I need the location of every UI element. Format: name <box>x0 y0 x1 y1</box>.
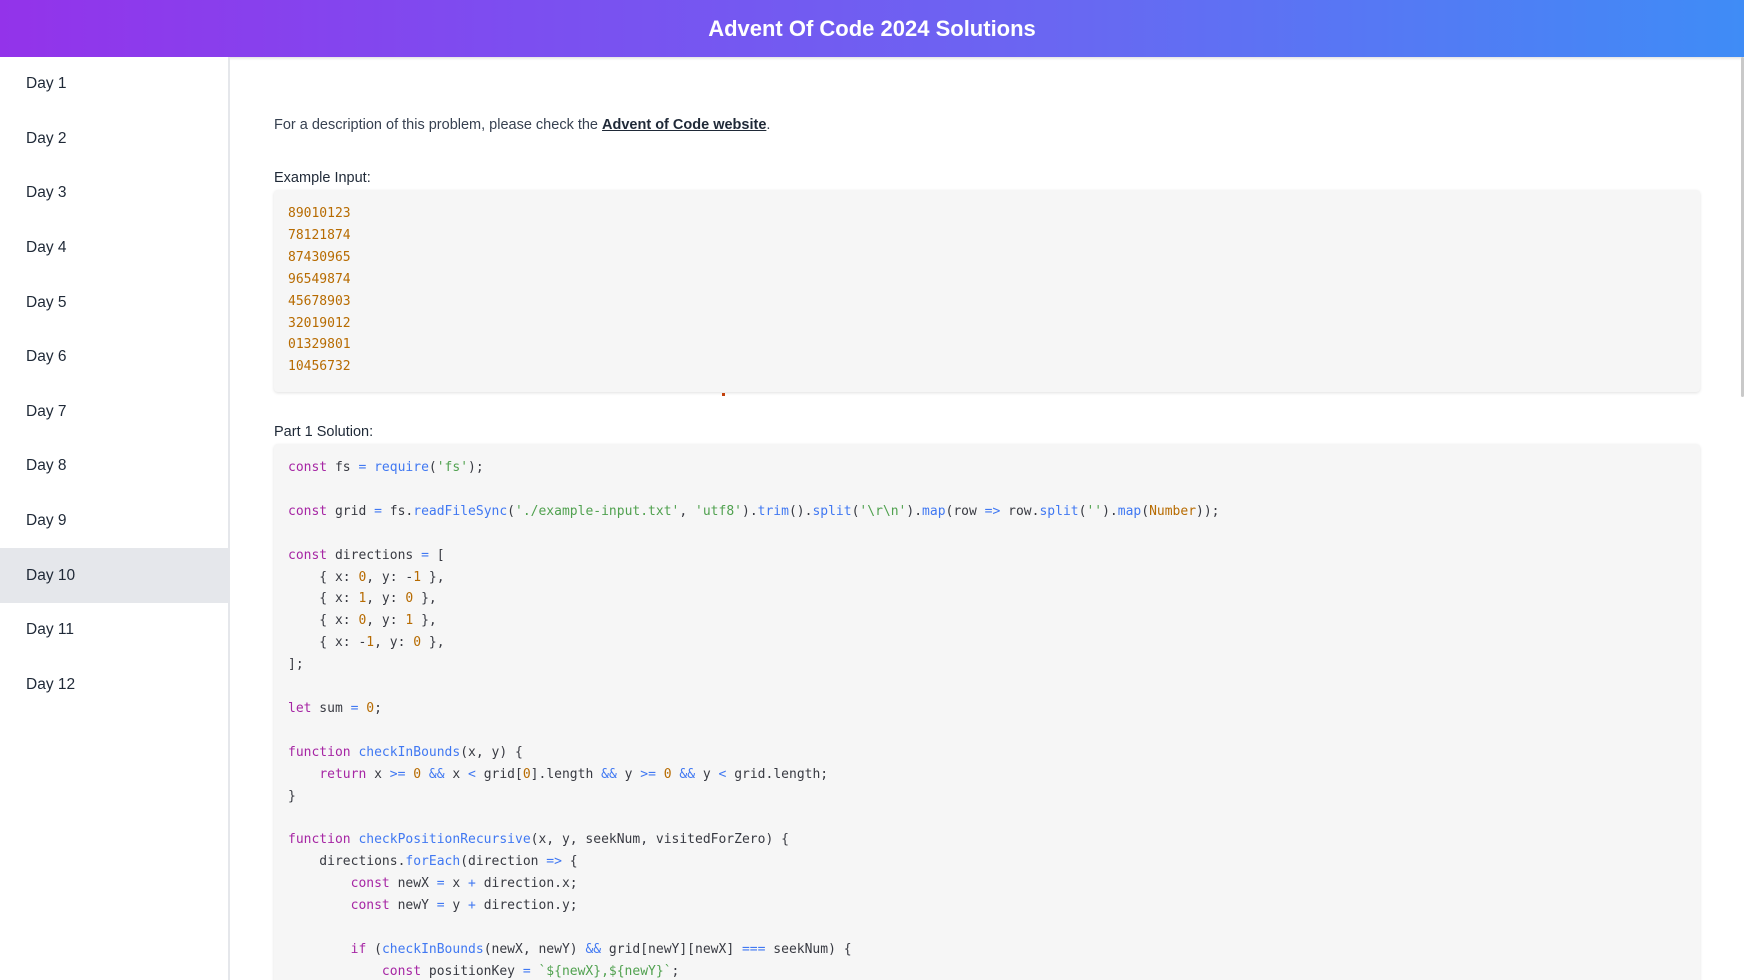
example-line: 45678903 <box>288 293 351 309</box>
code-line: { x: 0, y: 1 }, <box>288 613 437 629</box>
code-line: directions.forEach(direction => { <box>288 854 578 870</box>
sidebar-item-day-3[interactable]: Day 3 <box>0 166 228 221</box>
sidebar-item-day-10[interactable]: Day 10 <box>0 548 228 603</box>
example-input-block: 89010123 78121874 87430965 96549874 4567… <box>274 190 1700 392</box>
code-line: const positionKey = `${newX},${newY}`; <box>381 963 680 979</box>
sidebar-item-day-7[interactable]: Day 7 <box>0 385 228 440</box>
sidebar-item-day-9[interactable]: Day 9 <box>0 494 228 549</box>
page-title: Advent Of Code 2024 Solutions <box>708 15 1036 41</box>
example-line: 96549874 <box>288 271 351 287</box>
code-line: ]; <box>288 657 304 673</box>
code-line: let sum = 0; <box>288 700 382 716</box>
example-line: 89010123 <box>288 206 351 221</box>
app-header: Advent Of Code 2024 Solutions <box>0 0 1744 57</box>
advent-of-code-link[interactable]: Advent of Code website <box>602 117 766 133</box>
sidebar-item-day-1[interactable]: Day 1 <box>0 57 228 112</box>
code-line: { x: -1, y: 0 }, <box>288 635 445 651</box>
code-line: } <box>288 788 296 804</box>
example-line: 78121874 <box>288 227 351 243</box>
code-line: { x: 1, y: 0 }, <box>288 591 437 607</box>
sidebar-item-day-6[interactable]: Day 6 <box>0 330 228 385</box>
example-input-label: Example Input: <box>274 170 371 186</box>
part1-solution-label: Part 1 Solution: <box>274 424 374 440</box>
sidebar: Day 1 Day 2 Day 3 Day 4 Day 5 Day 6 Day … <box>0 57 230 980</box>
code-line: const fs = require('fs'); <box>288 460 484 475</box>
intro-text: For a description of this problem, pleas… <box>274 117 603 133</box>
intro-suffix: . <box>766 117 771 133</box>
code-line: function checkPositionRecursive(x, y, se… <box>288 832 789 848</box>
sidebar-item-day-2[interactable]: Day 2 <box>0 112 228 167</box>
part1-solution-code: const fs = require('fs'); const grid = f… <box>288 457 1686 980</box>
part1-solution-block: const fs = require('fs'); const grid = f… <box>274 444 1700 980</box>
sidebar-item-day-8[interactable]: Day 8 <box>0 439 228 494</box>
code-line: const newY = y + direction.y; <box>350 898 578 914</box>
code-line: return x >= 0 && x < grid[0].length && y… <box>319 766 829 782</box>
sidebar-item-day-5[interactable]: Day 5 <box>0 275 228 330</box>
code-line: if (checkInBounds(newX, newY) && grid[ne… <box>350 941 852 957</box>
code-line: function checkInBounds(x, y) { <box>288 744 523 760</box>
code-line: const newX = x + direction.x; <box>350 876 578 892</box>
code-line: const directions = [ <box>288 547 445 563</box>
example-line: 87430965 <box>288 249 351 265</box>
problem-description: For a description of this problem, pleas… <box>274 117 770 133</box>
code-line: const grid = fs.readFileSync('./example-… <box>288 503 1220 519</box>
main-content: For a description of this problem, pleas… <box>230 57 1741 980</box>
decorative-dot <box>722 393 725 396</box>
example-line: 10456732 <box>288 359 351 375</box>
sidebar-item-day-4[interactable]: Day 4 <box>0 221 228 276</box>
example-line: 32019012 <box>288 315 351 331</box>
sidebar-item-day-11[interactable]: Day 11 <box>0 603 228 658</box>
example-input-code: 89010123 78121874 87430965 96549874 4567… <box>288 203 1686 378</box>
example-line: 01329801 <box>288 337 351 353</box>
code-line: { x: 0, y: -1 }, <box>288 569 445 585</box>
sidebar-item-day-12[interactable]: Day 12 <box>0 658 228 713</box>
